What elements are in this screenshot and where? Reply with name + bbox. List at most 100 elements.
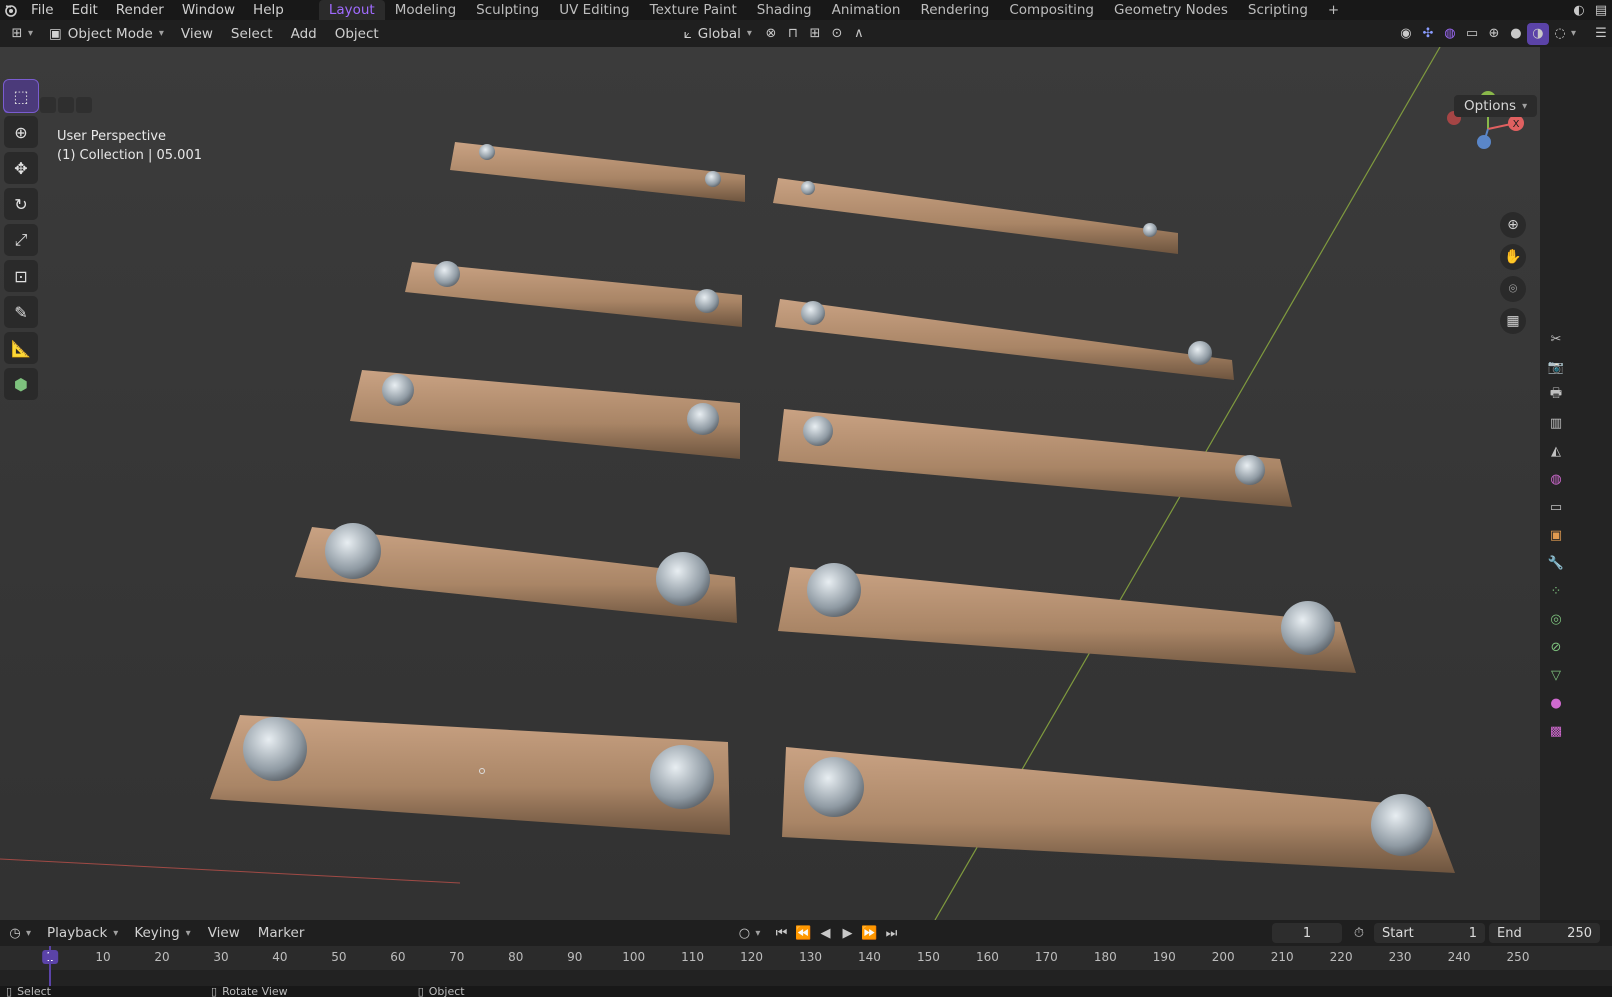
- object-props-icon[interactable]: ▣: [1547, 526, 1565, 544]
- jump-start-icon[interactable]: ⏮: [770, 922, 792, 944]
- render-props-icon[interactable]: 📷: [1547, 358, 1565, 376]
- select-box-icon[interactable]: ⬚: [3, 79, 39, 113]
- visibility-icon[interactable]: ◉: [1395, 23, 1417, 45]
- menu-file[interactable]: File: [22, 2, 63, 18]
- timeline-ruler[interactable]: 1102030405060708090100110120130140150160…: [0, 946, 1612, 970]
- tool-props-icon[interactable]: ✂: [1547, 330, 1565, 348]
- shading-wireframe-icon[interactable]: ⊕: [1483, 23, 1505, 45]
- orientation-dropdown[interactable]: ⟀ Global ▾: [676, 23, 760, 45]
- view-layer-icon[interactable]: ▤: [1590, 0, 1612, 20]
- shading-options-chevron-icon[interactable]: ▾: [1571, 28, 1576, 39]
- menu-view[interactable]: View: [172, 26, 222, 42]
- tab-shading[interactable]: Shading: [747, 0, 822, 20]
- tab-sculpting[interactable]: Sculpting: [466, 0, 549, 20]
- tab-scripting[interactable]: Scripting: [1238, 0, 1318, 20]
- shading-material-icon[interactable]: ◑: [1526, 22, 1549, 45]
- data-props-icon[interactable]: ▽: [1547, 666, 1565, 684]
- move-icon[interactable]: ✥: [4, 152, 38, 184]
- xray-icon[interactable]: ▭: [1461, 23, 1483, 45]
- editor-type-icon[interactable]: ⊞: [6, 23, 28, 45]
- collection-props-icon[interactable]: ▭: [1547, 498, 1565, 516]
- menu-add[interactable]: Add: [282, 26, 326, 42]
- tab-modeling[interactable]: Modeling: [385, 0, 466, 20]
- next-keyframe-icon[interactable]: ⏩: [858, 922, 880, 944]
- keying-menu[interactable]: Keying ▾: [126, 922, 198, 944]
- menu-window[interactable]: Window: [173, 2, 244, 18]
- end-frame-field[interactable]: End 250: [1489, 923, 1600, 943]
- auto-keying-icon[interactable]: ○: [733, 922, 755, 944]
- tab-animation[interactable]: Animation: [822, 0, 911, 20]
- physics-props-icon[interactable]: ◎: [1547, 610, 1565, 628]
- constraints-props-icon[interactable]: ⊘: [1547, 638, 1565, 656]
- status-rotate-label: Rotate View: [222, 986, 288, 997]
- start-frame-field[interactable]: Start 1: [1374, 923, 1485, 943]
- tab-rendering[interactable]: Rendering: [910, 0, 999, 20]
- prev-keyframe-icon[interactable]: ⏪: [792, 922, 814, 944]
- timeline-menu-marker[interactable]: Marker: [249, 925, 314, 941]
- 3d-viewport[interactable]: X User Perspective (1) Collection | 05.0…: [0, 47, 1579, 920]
- jump-end-icon[interactable]: ⏭: [880, 922, 902, 944]
- pivot-icon[interactable]: ⊗: [760, 23, 782, 45]
- tab-compositing[interactable]: Compositing: [999, 0, 1104, 20]
- playhead[interactable]: [49, 946, 51, 986]
- texture-props-icon[interactable]: ▩: [1547, 722, 1565, 740]
- play-icon[interactable]: ▶: [836, 922, 858, 944]
- transform-icon[interactable]: ⊡: [4, 260, 38, 292]
- measure-icon[interactable]: 📐: [4, 332, 38, 364]
- shading-solid-icon[interactable]: ●: [1505, 23, 1527, 45]
- falloff-icon[interactable]: ∧: [848, 23, 870, 45]
- gizmo-toggle-icon[interactable]: ✣: [1417, 23, 1439, 45]
- chevron-down-icon: ▾: [185, 927, 191, 939]
- add-workspace-button[interactable]: +: [1318, 0, 1349, 20]
- timeline-menu-view[interactable]: View: [199, 925, 249, 941]
- add-cube-icon[interactable]: ⬢: [4, 368, 38, 400]
- menu-edit[interactable]: Edit: [63, 2, 107, 18]
- menu-object[interactable]: Object: [326, 26, 388, 42]
- snap-icon[interactable]: ⊓: [782, 23, 804, 45]
- annotate-icon[interactable]: ✎: [4, 296, 38, 328]
- tab-texture-paint[interactable]: Texture Paint: [640, 0, 747, 20]
- scene-props-icon[interactable]: ◭: [1547, 442, 1565, 460]
- shading-rendered-icon[interactable]: ◌: [1549, 23, 1571, 45]
- mode-dropdown[interactable]: ▣ Object Mode ▾: [41, 23, 172, 45]
- timer-icon[interactable]: ⏱: [1348, 922, 1370, 944]
- snap-target-icon[interactable]: ⊞: [804, 23, 826, 45]
- top-menubar: File Edit Render Window Help Layout Mode…: [0, 0, 1612, 20]
- blender-logo-icon[interactable]: [0, 0, 22, 20]
- scene-icon[interactable]: ◐: [1568, 0, 1590, 20]
- tab-uv-editing[interactable]: UV Editing: [549, 0, 639, 20]
- pan-hand-icon[interactable]: ✋: [1500, 244, 1526, 270]
- cursor-icon[interactable]: ⊕: [4, 116, 38, 148]
- playback-menu[interactable]: Playback ▾: [39, 922, 126, 944]
- outliner-toggle-icon[interactable]: ☰: [1590, 23, 1612, 45]
- zoom-icon[interactable]: ⊕: [1500, 212, 1526, 238]
- scale-icon[interactable]: ⤢: [4, 224, 38, 256]
- play-reverse-icon[interactable]: ◀: [814, 922, 836, 944]
- material-props-icon[interactable]: ●: [1547, 694, 1565, 712]
- tab-geometry-nodes[interactable]: Geometry Nodes: [1104, 0, 1238, 20]
- select-subtract-icon[interactable]: [40, 97, 56, 113]
- particles-props-icon[interactable]: ⁘: [1547, 582, 1565, 600]
- rotate-icon[interactable]: ↻: [4, 188, 38, 220]
- menu-help[interactable]: Help: [244, 2, 293, 18]
- timeline-tick: 250: [1506, 950, 1530, 964]
- select-intersect-icon[interactable]: [76, 97, 92, 113]
- modifier-props-icon[interactable]: 🔧: [1547, 554, 1565, 572]
- menu-render[interactable]: Render: [107, 2, 173, 18]
- tab-layout[interactable]: Layout: [318, 0, 385, 20]
- select-invert-icon[interactable]: [58, 97, 74, 113]
- view-layer-props-icon[interactable]: ▥: [1547, 414, 1565, 432]
- output-props-icon[interactable]: 🖶: [1547, 386, 1565, 404]
- overlays-icon[interactable]: ◍: [1439, 23, 1461, 45]
- gizmo-z-icon[interactable]: [1477, 135, 1491, 149]
- timeline-editor-type-icon[interactable]: ◷: [4, 922, 26, 944]
- camera-view-icon[interactable]: ⌾: [1500, 276, 1526, 302]
- options-dropdown[interactable]: Options ▾: [1454, 95, 1538, 117]
- perspective-toggle-icon[interactable]: ▦: [1500, 308, 1526, 334]
- current-frame-field[interactable]: 1: [1272, 923, 1342, 943]
- timeline-tick: 140: [858, 950, 881, 964]
- timeline-track[interactable]: [0, 970, 1612, 986]
- menu-select[interactable]: Select: [222, 26, 282, 42]
- world-props-icon[interactable]: ◍: [1547, 470, 1565, 488]
- proportional-edit-icon[interactable]: ⊙: [826, 23, 848, 45]
